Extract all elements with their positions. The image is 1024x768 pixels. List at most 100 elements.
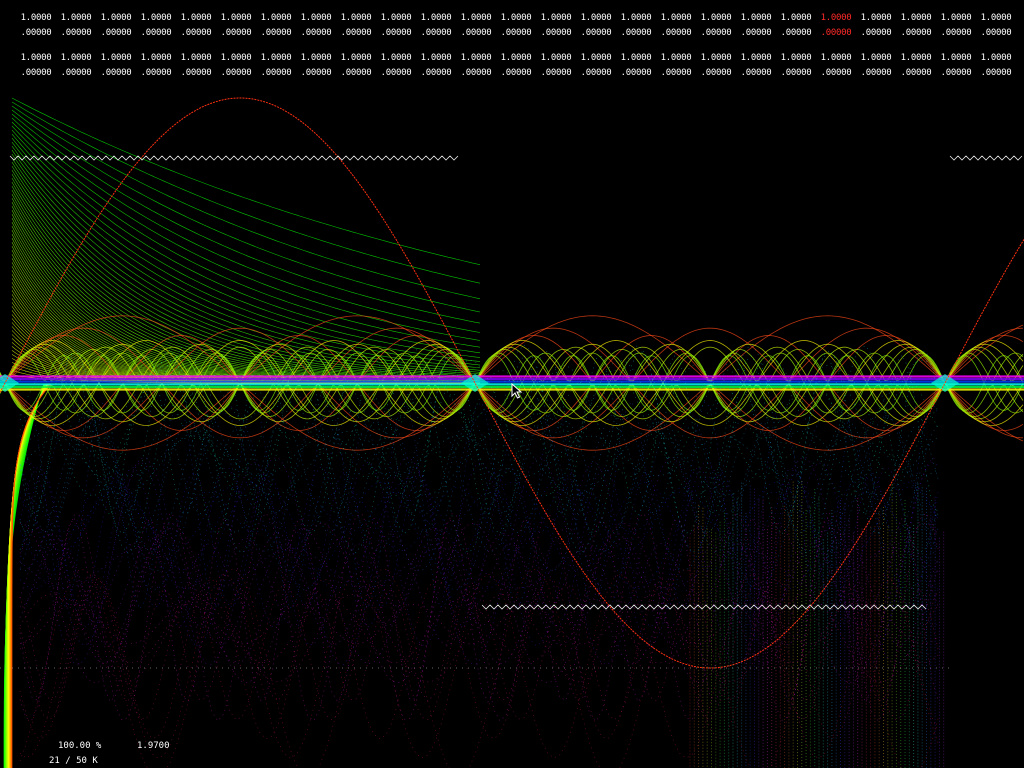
coefficient-top-value[interactable]: 1.0000	[536, 12, 576, 24]
coefficient-top-value[interactable]: 1.0000	[576, 12, 616, 24]
coefficient-bottom-value[interactable]: .00000	[456, 67, 496, 79]
coefficient-top-value[interactable]: 1.0000	[856, 12, 896, 24]
coefficient-bottom-value[interactable]: .00000	[96, 67, 136, 79]
coefficient-top-value[interactable]: 1.0000	[216, 52, 256, 64]
coefficient-bottom-value[interactable]: .00000	[736, 27, 776, 39]
coefficient-bottom-value[interactable]: .00000	[216, 67, 256, 79]
coefficient-bottom-value[interactable]: .00000	[856, 67, 896, 79]
coefficient-bottom-value[interactable]: .00000	[376, 67, 416, 79]
coefficient-top-value[interactable]: 1.0000	[256, 12, 296, 24]
coefficient-bottom-value[interactable]: .00000	[296, 67, 336, 79]
coefficient-top-value[interactable]: 1.0000	[616, 52, 656, 64]
coefficient-top-value[interactable]: 1.0000	[576, 52, 616, 64]
harmonic-visualizer[interactable]: 1.0000 1.0000 1.0000 1.0000 1.0000 1.0000 1.00…	[0, 0, 1024, 768]
coefficient-top-value[interactable]: 1.0000	[296, 12, 336, 24]
coefficient-bottom-value[interactable]: .00000	[896, 67, 936, 79]
coefficient-top-value[interactable]: 1.0000	[176, 12, 216, 24]
coefficient-bottom-value[interactable]: .00000	[176, 67, 216, 79]
coefficient-bottom-value[interactable]: .00000	[816, 27, 856, 39]
coefficient-bottom-value[interactable]: .00000	[776, 27, 816, 39]
coefficient-bottom-value[interactable]: .00000	[576, 27, 616, 39]
coefficient-bottom-value[interactable]: .00000	[136, 67, 176, 79]
coefficient-bottom-value[interactable]: .00000	[16, 27, 56, 39]
coefficient-bottom-value[interactable]: .00000	[96, 27, 136, 39]
coefficient-bottom-value[interactable]: .00000	[256, 27, 296, 39]
coefficient-top-value[interactable]: 1.0000	[936, 52, 976, 64]
coefficient-bottom-value[interactable]: .00000	[696, 67, 736, 79]
coefficient-top-value[interactable]: 1.0000	[16, 52, 56, 64]
coefficient-top-value[interactable]: 1.0000	[536, 52, 576, 64]
coefficient-bottom-value[interactable]: .00000	[336, 27, 376, 39]
coefficient-bottom-value[interactable]: .00000	[216, 27, 256, 39]
coefficient-bottom-value[interactable]: .00000	[416, 27, 456, 39]
coefficient-bottom-value[interactable]: .00000	[176, 27, 216, 39]
coefficient-top-value[interactable]: 1.0000	[896, 12, 936, 24]
coefficient-bottom-value[interactable]: .00000	[616, 27, 656, 39]
coefficient-bottom-value[interactable]: .00000	[976, 27, 1016, 39]
coefficient-bottom-value[interactable]: .00000	[496, 27, 536, 39]
coefficient-top-value[interactable]: 1.0000	[776, 12, 816, 24]
coefficient-bottom-value[interactable]: .00000	[656, 27, 696, 39]
coefficient-top-value[interactable]: 1.0000	[896, 52, 936, 64]
coefficient-top-value[interactable]: 1.0000	[456, 12, 496, 24]
coefficient-top-value[interactable]: 1.0000	[656, 12, 696, 24]
coefficient-top-value[interactable]: 1.0000	[736, 52, 776, 64]
coefficient-bottom-value[interactable]: .00000	[696, 27, 736, 39]
coefficient-top-value[interactable]: 1.0000	[16, 12, 56, 24]
coefficient-top-value[interactable]: 1.0000	[336, 52, 376, 64]
coefficient-top-value[interactable]: 1.0000	[136, 52, 176, 64]
coefficient-top-value[interactable]: 1.0000	[376, 52, 416, 64]
coefficient-bottom-value[interactable]: .00000	[376, 27, 416, 39]
coefficient-top-value[interactable]: 1.0000	[416, 52, 456, 64]
coefficient-top-value[interactable]: 1.0000	[56, 12, 96, 24]
coefficient-bottom-value[interactable]: .00000	[56, 67, 96, 79]
coefficient-top-value[interactable]: 1.0000	[496, 52, 536, 64]
coefficient-top-value[interactable]: 1.0000	[936, 12, 976, 24]
coefficient-bottom-value[interactable]: .00000	[736, 67, 776, 79]
coefficient-bottom-value[interactable]: .00000	[136, 27, 176, 39]
coefficient-bottom-value[interactable]: .00000	[616, 67, 656, 79]
coefficient-top-value[interactable]: 1.0000	[216, 12, 256, 24]
coefficient-bottom-value[interactable]: .00000	[936, 27, 976, 39]
coefficient-top-value[interactable]: 1.0000	[456, 52, 496, 64]
coefficient-top-value[interactable]: 1.0000	[256, 52, 296, 64]
coefficient-top-value[interactable]: 1.0000	[96, 52, 136, 64]
coefficient-top-value[interactable]: 1.0000	[376, 12, 416, 24]
coefficient-top-value[interactable]: 1.0000	[816, 12, 856, 24]
coefficient-bottom-value[interactable]: .00000	[416, 67, 456, 79]
coefficient-top-value[interactable]: 1.0000	[616, 12, 656, 24]
coefficient-bottom-value[interactable]: .00000	[856, 27, 896, 39]
coefficient-bottom-value[interactable]: .00000	[256, 67, 296, 79]
coefficient-bottom-value[interactable]: .00000	[896, 27, 936, 39]
coefficient-top-value[interactable]: 1.0000	[136, 12, 176, 24]
coefficient-bottom-value[interactable]: .00000	[536, 27, 576, 39]
coefficient-top-value[interactable]: 1.0000	[696, 12, 736, 24]
coefficient-bottom-value[interactable]: .00000	[816, 67, 856, 79]
coefficient-top-value[interactable]: 1.0000	[296, 52, 336, 64]
coefficient-top-value[interactable]: 1.0000	[776, 52, 816, 64]
coefficient-top-value[interactable]: 1.0000	[976, 52, 1016, 64]
coefficient-top-value[interactable]: 1.0000	[96, 12, 136, 24]
coefficient-bottom-value[interactable]: .00000	[456, 27, 496, 39]
coefficient-top-value[interactable]: 1.0000	[56, 52, 96, 64]
coefficient-bottom-value[interactable]: .00000	[536, 67, 576, 79]
coefficient-bottom-value[interactable]: .00000	[976, 67, 1016, 79]
coefficient-bottom-value[interactable]: .00000	[936, 67, 976, 79]
coefficient-bottom-value[interactable]: .00000	[56, 27, 96, 39]
coefficient-top-value[interactable]: 1.0000	[976, 12, 1016, 24]
coefficient-bottom-value[interactable]: .00000	[776, 67, 816, 79]
coefficient-top-value[interactable]: 1.0000	[856, 52, 896, 64]
coefficient-top-value[interactable]: 1.0000	[176, 52, 216, 64]
coefficient-top-value[interactable]: 1.0000	[736, 12, 776, 24]
coefficient-bottom-value[interactable]: .00000	[656, 67, 696, 79]
coefficient-bottom-value[interactable]: .00000	[576, 67, 616, 79]
coefficient-top-value[interactable]: 1.0000	[496, 12, 536, 24]
coefficient-bottom-value[interactable]: .00000	[296, 27, 336, 39]
coefficient-bottom-value[interactable]: .00000	[496, 67, 536, 79]
coefficient-bottom-value[interactable]: .00000	[16, 67, 56, 79]
coefficient-top-value[interactable]: 1.0000	[336, 12, 376, 24]
coefficient-top-value[interactable]: 1.0000	[656, 52, 696, 64]
coefficient-top-value[interactable]: 1.0000	[816, 52, 856, 64]
coefficient-top-value[interactable]: 1.0000	[696, 52, 736, 64]
coefficient-bottom-value[interactable]: .00000	[336, 67, 376, 79]
